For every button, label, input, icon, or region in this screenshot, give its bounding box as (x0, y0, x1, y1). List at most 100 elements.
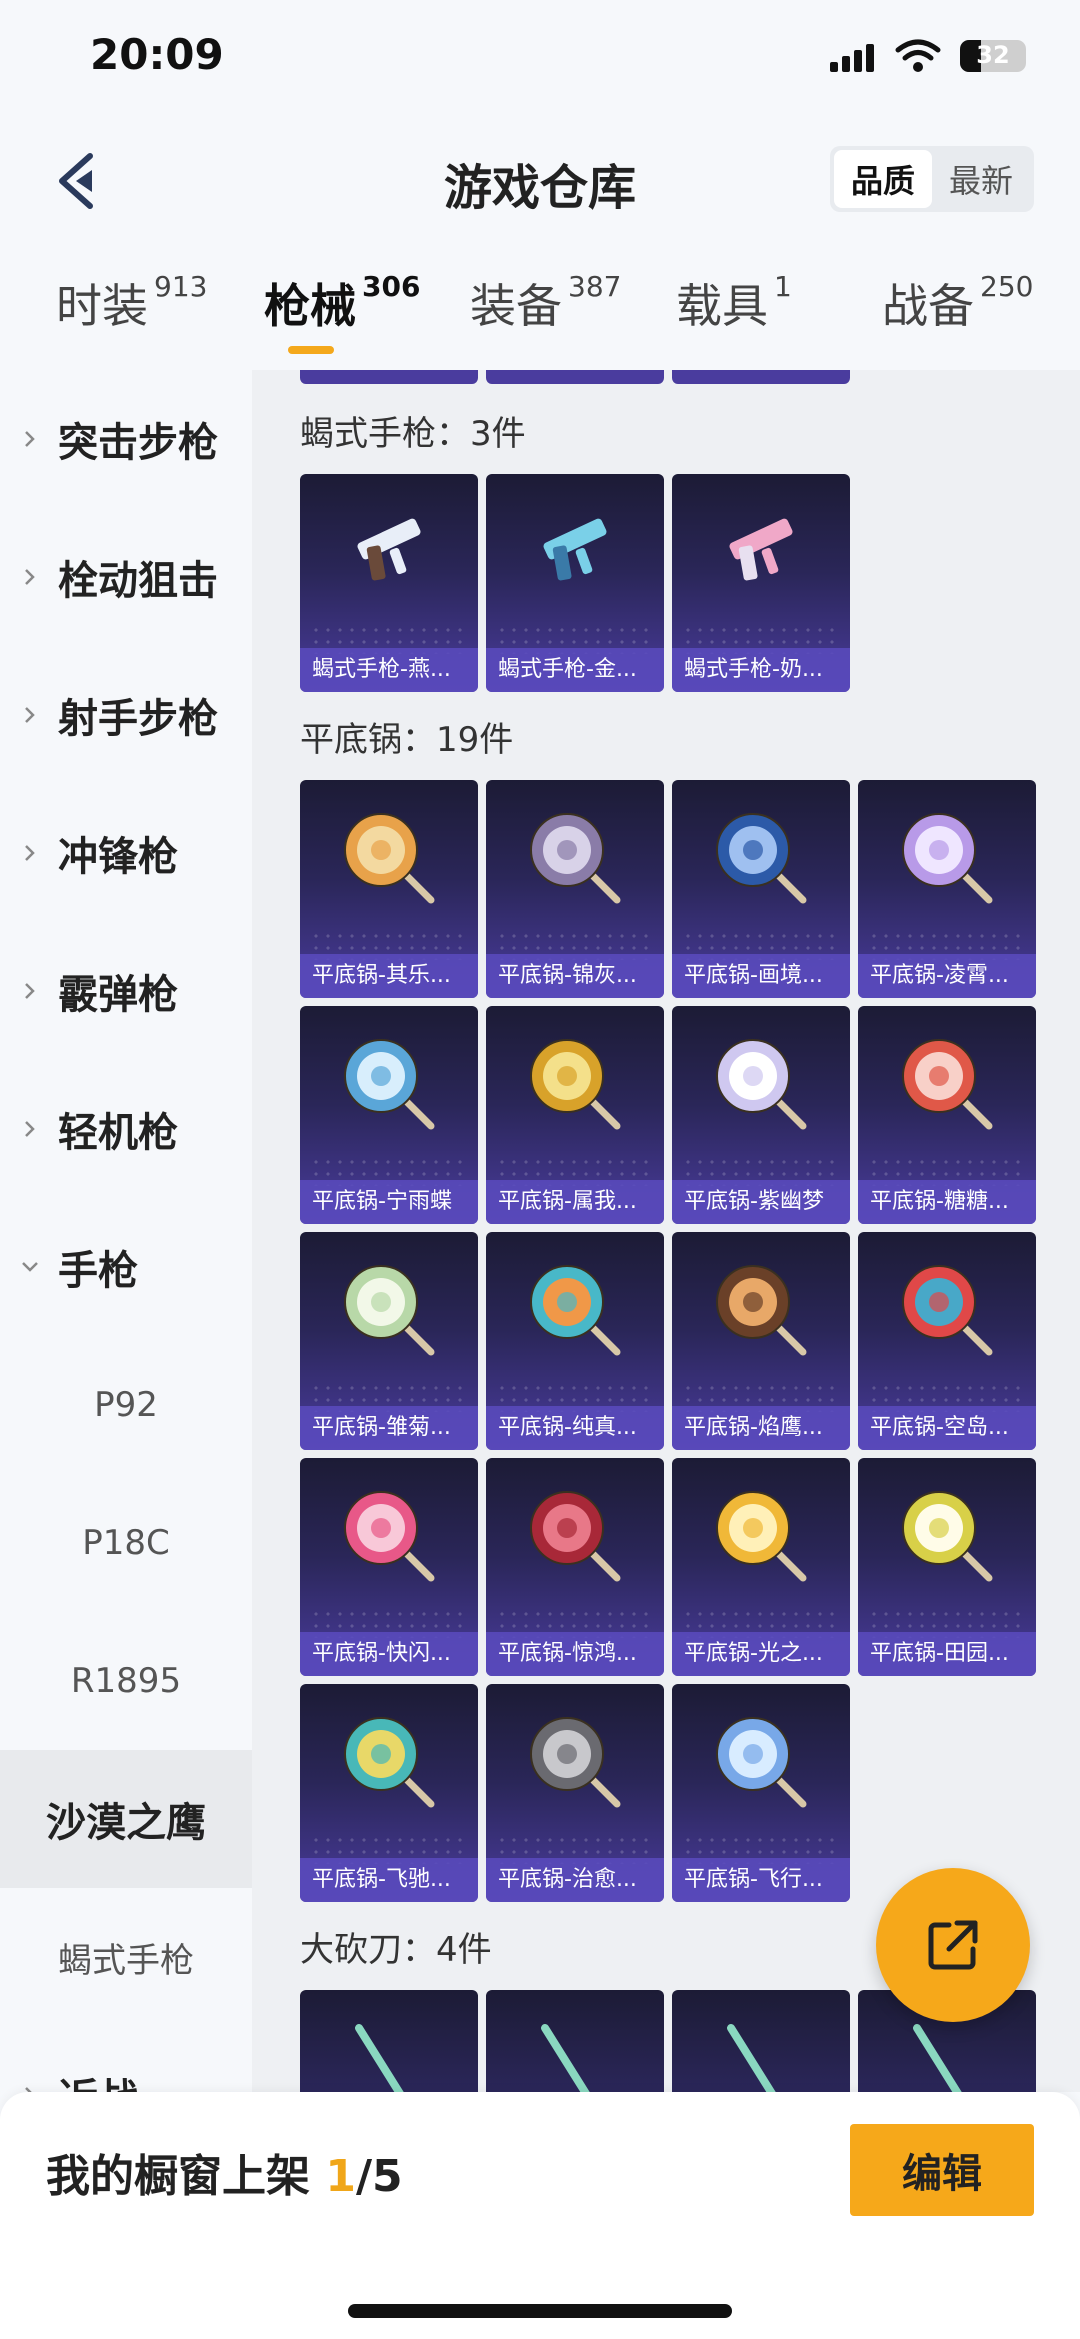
item-grid-area[interactable]: 蝎式手枪：3件 平底锅：19件 大砍刀：4件 蝎式手枪-燕... 蝎式手枪-金..… (252, 370, 1080, 2092)
battery-icon: 32 (960, 40, 1026, 72)
sidebar-item-label: 轻机枪 (58, 1110, 178, 1156)
sidebar-item-shotgun[interactable]: 霰弹枪 (0, 922, 252, 1060)
frying-pan-icon (530, 1717, 621, 1808)
sidebar-sub-desert-eagle[interactable]: 沙漠之鹰 (0, 1750, 252, 1888)
machete-icon (541, 2024, 590, 2092)
tab-label: 载具 (676, 279, 768, 333)
item-card-caption: 平底锅-锦灰... (486, 954, 664, 998)
item-card[interactable]: 平底锅-纯真... (486, 1232, 664, 1450)
sidebar-sub-r1895[interactable]: R1895 (0, 1612, 252, 1750)
item-card[interactable]: 蝎式手枪-燕... (300, 474, 478, 692)
item-card[interactable]: 平底锅-田园... (858, 1458, 1036, 1676)
sidebar-item-label: P18C (82, 1523, 170, 1563)
sidebar-item-melee[interactable]: 近战 (0, 2026, 252, 2092)
sidebar-item-pistol[interactable]: 手枪 (0, 1198, 252, 1336)
sidebar-item-label: 射手步枪 (58, 696, 218, 742)
frying-pan-icon (716, 1491, 807, 1582)
chevron-right-icon (25, 845, 35, 861)
frying-pan-icon (344, 1717, 435, 1808)
sidebar-item-bolt-sniper[interactable]: 栓动狙击 (0, 508, 252, 646)
item-card-caption: 平底锅-飞驰... (300, 1858, 478, 1902)
sidebar-item-label: 栓动狙击 (58, 558, 218, 604)
section-title-machete: 大砍刀：4件 (300, 1930, 492, 1970)
frying-pan-icon (344, 1039, 435, 1130)
item-card[interactable]: 平底锅-锦灰... (486, 780, 664, 998)
share-button[interactable] (876, 1868, 1030, 2022)
item-card[interactable]: 平底锅-光之... (672, 1458, 850, 1676)
header: 游戏仓库 品质 最新 (0, 130, 1080, 230)
item-card-caption: 平底锅-画境... (672, 954, 850, 998)
chevron-right-icon (25, 1121, 35, 1137)
item-card-caption: 蝎式手枪-燕... (300, 648, 478, 692)
sidebar-item-lmg[interactable]: 轻机枪 (0, 1060, 252, 1198)
frying-pan-icon (344, 813, 435, 904)
frying-pan-icon (716, 813, 807, 904)
machete-icon (727, 2024, 776, 2092)
card-peek (672, 370, 850, 384)
sidebar-sub-p18c[interactable]: P18C (0, 1474, 252, 1612)
item-card[interactable] (672, 1990, 850, 2092)
item-card-caption: 平底锅-属我... (486, 1180, 664, 1224)
tab-vehicles[interactable]: 载具 1 (676, 270, 792, 336)
sidebar-item-assault-rifle[interactable]: 突击步枪 (0, 370, 252, 508)
sidebar-sub-scorpion[interactable]: 蝎式手枪 (0, 1888, 252, 2026)
item-card[interactable]: 蝎式手枪-金... (486, 474, 664, 692)
tab-supplies[interactable]: 战备 250 (882, 270, 1033, 336)
item-card[interactable]: 平底锅-治愈... (486, 1684, 664, 1902)
tab-fashion[interactable]: 时装 913 (56, 270, 207, 336)
item-card[interactable]: 平底锅-快闪... (300, 1458, 478, 1676)
item-card[interactable]: 蝎式手枪-奶... (672, 474, 850, 692)
item-card[interactable]: 平底锅-飞行... (672, 1684, 850, 1902)
tab-firearms[interactable]: 枪械 306 (264, 270, 420, 336)
sort-quality-button[interactable]: 品质 (834, 150, 932, 208)
frying-pan-icon (344, 1265, 435, 1356)
item-card-caption: 平底锅-治愈... (486, 1858, 664, 1902)
item-card[interactable]: 平底锅-属我... (486, 1006, 664, 1224)
frying-pan-icon (530, 813, 621, 904)
category-tabs: 时装 913 枪械 306 装备 387 载具 1 战备 250 (0, 260, 1080, 370)
item-card[interactable]: 平底锅-惊鸿... (486, 1458, 664, 1676)
item-card[interactable]: 平底锅-凌霄... (858, 780, 1036, 998)
frying-pan-icon (902, 1491, 993, 1582)
item-card-caption: 平底锅-光之... (672, 1632, 850, 1676)
sort-toggle: 品质 最新 (830, 146, 1034, 212)
item-card-caption: 平底锅-纯真... (486, 1406, 664, 1450)
sidebar-item-smg[interactable]: 冲锋枪 (0, 784, 252, 922)
tab-label: 战备 (882, 279, 974, 333)
item-card[interactable]: 平底锅-糖糖... (858, 1006, 1036, 1224)
sort-latest-button[interactable]: 最新 (932, 150, 1030, 208)
item-card-caption: 平底锅-焰鹰... (672, 1406, 850, 1450)
frying-pan-icon (530, 1039, 621, 1130)
sidebar-item-label: P92 (94, 1385, 158, 1425)
item-card-caption: 平底锅-糖糖... (858, 1180, 1036, 1224)
tab-count: 913 (154, 269, 208, 303)
item-card[interactable]: 平底锅-空岛... (858, 1232, 1036, 1450)
sidebar-item-label: 冲锋枪 (58, 834, 178, 880)
item-card[interactable] (486, 1990, 664, 2092)
item-card[interactable]: 平底锅-飞驰... (300, 1684, 478, 1902)
tab-equipment[interactable]: 装备 387 (470, 270, 621, 336)
chevron-right-icon (25, 983, 35, 999)
item-card-caption: 蝎式手枪-金... (486, 648, 664, 692)
sidebar-item-label: 霰弹枪 (58, 972, 178, 1018)
item-card[interactable]: 平底锅-焰鹰... (672, 1232, 850, 1450)
frying-pan-icon (344, 1491, 435, 1582)
status-time: 20:09 (90, 30, 224, 79)
share-icon (928, 1920, 978, 1970)
item-card[interactable]: 平底锅-紫幽梦 (672, 1006, 850, 1224)
sidebar-item-marksman-rifle[interactable]: 射手步枪 (0, 646, 252, 784)
item-card[interactable] (300, 1990, 478, 2092)
tab-count: 306 (362, 269, 421, 303)
item-card[interactable]: 平底锅-雏菊... (300, 1232, 478, 1450)
item-card-caption: 平底锅-快闪... (300, 1632, 478, 1676)
item-card[interactable]: 平底锅-其乐... (300, 780, 478, 998)
chevron-right-icon (25, 2087, 32, 2092)
item-card-caption: 平底锅-雏菊... (300, 1406, 478, 1450)
item-card[interactable]: 平底锅-画境... (672, 780, 850, 998)
showcase-label: 我的橱窗上架 (46, 2151, 310, 2202)
item-card-caption: 蝎式手枪-奶... (672, 648, 850, 692)
sidebar-sub-p92[interactable]: P92 (0, 1336, 252, 1474)
edit-button[interactable]: 编辑 (850, 2124, 1034, 2216)
item-card[interactable]: 平底锅-宁雨蝶 (300, 1006, 478, 1224)
frying-pan-icon (902, 813, 993, 904)
